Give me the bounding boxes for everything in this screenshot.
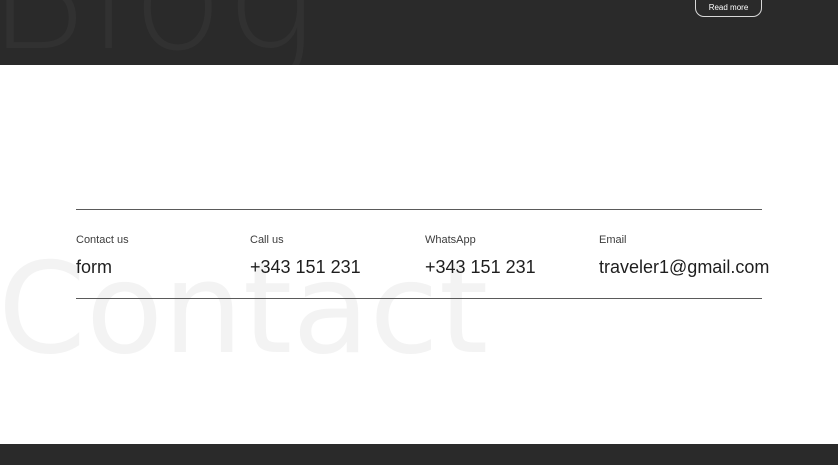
blog-watermark-text: Blog xyxy=(0,0,318,65)
footer-band xyxy=(0,444,838,465)
call-us-item: Call us +343 151 231 xyxy=(250,233,361,278)
contact-info-strip: Contact us form Call us +343 151 231 Wha… xyxy=(76,209,769,299)
email-label: Email xyxy=(599,234,627,246)
phone-number-link[interactable]: +343 151 231 xyxy=(250,256,361,278)
contact-us-label: Contact us xyxy=(76,234,129,246)
email-item: Email traveler1@gmail.com xyxy=(599,233,769,278)
whatsapp-item: WhatsApp +343 151 231 xyxy=(425,233,536,278)
whatsapp-label: WhatsApp xyxy=(425,234,476,246)
call-us-label: Call us xyxy=(250,234,284,246)
blog-section-band: Blog Read more xyxy=(0,0,838,65)
whatsapp-number-link[interactable]: +343 151 231 xyxy=(425,256,536,278)
read-more-button[interactable]: Read more xyxy=(695,0,762,17)
contact-form-link[interactable]: form xyxy=(76,256,129,278)
contact-form-item: Contact us form xyxy=(76,233,129,278)
email-address-link[interactable]: traveler1@gmail.com xyxy=(599,256,769,278)
